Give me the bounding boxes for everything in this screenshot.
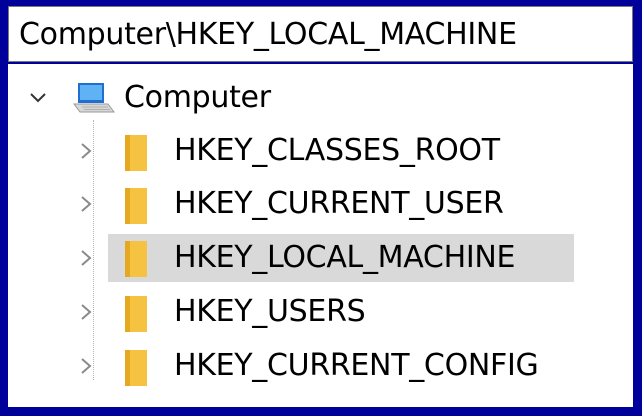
tree-node-label: Computer [124,80,271,115]
tree-node-hkey-current-config[interactable]: HKEY_CURRENT_CONFIG [8,344,633,390]
chevron-right-icon[interactable] [76,141,96,161]
tree-node-hkey-classes-root[interactable]: HKEY_CLASSES_ROOT [8,129,633,175]
folder-icon [121,133,151,173]
folder-icon [121,186,151,226]
chevron-right-icon[interactable] [76,356,96,376]
chevron-right-icon[interactable] [76,302,96,322]
tree-node-hkey-current-user[interactable]: HKEY_CURRENT_USER [8,182,633,228]
tree-node-label: HKEY_CURRENT_CONFIG [174,348,539,383]
registry-tree: Computer HKEY_CLASSES_ROOT HKEY_CURRENT_… [8,64,633,407]
chevron-down-icon[interactable] [28,88,48,108]
folder-icon [121,294,151,334]
tree-node-hkey-users[interactable]: HKEY_USERS [8,290,633,336]
chevron-right-icon[interactable] [76,248,96,268]
tree-node-hkey-local-machine[interactable]: HKEY_LOCAL_MACHINE [8,234,633,282]
tree-node-label: HKEY_LOCAL_MACHINE [174,240,516,275]
computer-icon [70,82,122,122]
address-path: Computer\HKEY_LOCAL_MACHINE [19,17,517,52]
folder-icon [121,239,151,279]
tree-node-label: HKEY_USERS [174,294,366,329]
chevron-right-icon[interactable] [76,194,96,214]
folder-icon [121,348,151,388]
window-frame: Computer\HKEY_LOCAL_MACHINE Computer HKE… [0,0,642,416]
tree-node-label: HKEY_CLASSES_ROOT [174,133,500,168]
address-bar[interactable]: Computer\HKEY_LOCAL_MACHINE [8,6,633,62]
tree-node-computer[interactable]: Computer [8,76,633,122]
tree-node-label: HKEY_CURRENT_USER [174,186,504,221]
